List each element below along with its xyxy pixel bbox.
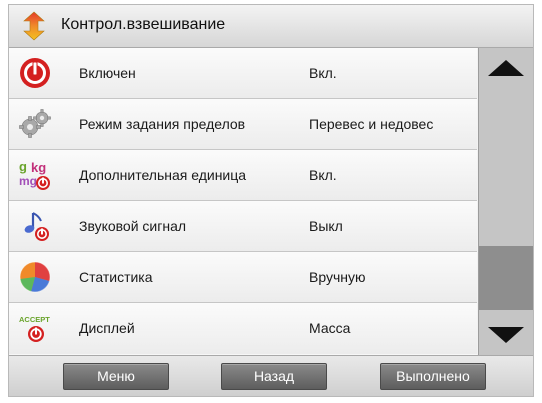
- music-note-icon: [24, 212, 49, 241]
- scroll-down-button[interactable]: [479, 315, 533, 355]
- units-icon: g kg mg: [19, 159, 50, 190]
- item-label: Включен: [79, 65, 136, 81]
- list-item-limit-mode[interactable]: Режим задания пределов Перевес и недовес: [9, 99, 477, 150]
- arrow-up-icon: [488, 60, 524, 76]
- list-item-secondary-unit[interactable]: g kg mg Дополнительная единица Вкл.: [9, 150, 477, 201]
- power-icon: [20, 58, 50, 88]
- bottom-bar: Меню Назад Выполнено: [9, 355, 533, 396]
- arrow-down-icon: [488, 327, 524, 343]
- item-value: Выкл: [309, 218, 343, 234]
- scrollbar[interactable]: [478, 48, 533, 355]
- title-bar: Контрол.взвешивание: [9, 5, 533, 48]
- page-title: Контрол.взвешивание: [61, 16, 226, 33]
- settings-list: Включен Вкл. Режим задания пределов Пере…: [9, 48, 477, 355]
- menu-button[interactable]: Меню: [63, 363, 169, 390]
- item-value: Вкл.: [309, 167, 337, 183]
- item-value: Вкл.: [309, 65, 337, 81]
- scroll-up-button[interactable]: [479, 48, 533, 88]
- item-label: Режим задания пределов: [79, 116, 246, 132]
- scrollbar-thumb[interactable]: [479, 246, 533, 310]
- accept-icon: ACCEPT: [19, 315, 50, 342]
- gears-icon: [19, 109, 51, 138]
- list-item-beep[interactable]: Звуковой сигнал Выкл: [9, 201, 477, 252]
- up-down-arrow-icon: [23, 11, 45, 41]
- item-value: Масса: [309, 320, 351, 336]
- list-item-enabled[interactable]: Включен Вкл.: [9, 48, 477, 99]
- svg-text:mg: mg: [19, 174, 37, 188]
- pie-chart-icon: [19, 261, 51, 293]
- done-button[interactable]: Выполнено: [380, 363, 486, 390]
- back-button[interactable]: Назад: [221, 363, 327, 390]
- svg-text:g: g: [19, 159, 27, 174]
- item-label: Дополнительная единица: [79, 167, 247, 183]
- svg-text:kg: kg: [31, 160, 46, 175]
- item-value: Перевес и недовес: [309, 116, 434, 132]
- app-window: Контрол.взвешивание Включен Вкл. Режим з…: [8, 4, 534, 397]
- list-item-statistics[interactable]: Статистика Вручную: [9, 252, 477, 303]
- item-label: Статистика: [79, 269, 153, 285]
- item-value: Вручную: [309, 269, 366, 285]
- item-label: Звуковой сигнал: [79, 218, 187, 234]
- item-label: Дисплей: [79, 320, 135, 336]
- list-item-display[interactable]: ACCEPT Дисплей Масса: [9, 303, 477, 354]
- svg-text:ACCEPT: ACCEPT: [19, 315, 50, 324]
